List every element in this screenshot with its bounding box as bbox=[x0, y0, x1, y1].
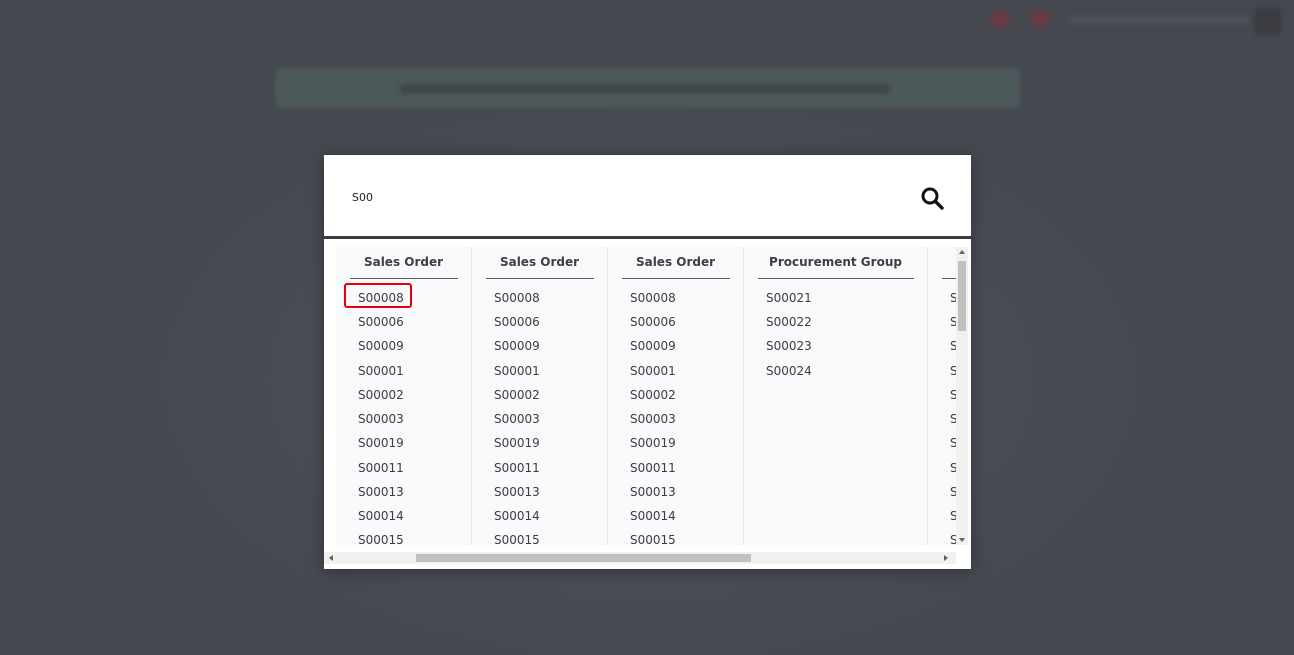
result-item[interactable]: S00013 bbox=[358, 485, 404, 499]
result-item[interactable]: S00013 bbox=[630, 485, 676, 499]
scroll-up-arrow-icon[interactable] bbox=[959, 250, 965, 254]
column-title: Sales Order bbox=[499, 255, 580, 269]
scroll-left-arrow-icon[interactable] bbox=[329, 555, 333, 561]
result-item[interactable]: S00002 bbox=[494, 388, 540, 402]
result-item[interactable]: S00019 bbox=[358, 436, 404, 450]
result-item[interactable]: S00008 bbox=[630, 291, 676, 305]
background-notification-icon bbox=[1030, 10, 1050, 28]
result-column-procurement-group: Procurement Group S00021 S00022 S00023 S… bbox=[744, 247, 928, 545]
result-column-sales-order-2: Sales Order S00008 S00006 S00009 S00001 … bbox=[472, 247, 608, 545]
result-item[interactable]: S00009 bbox=[630, 339, 676, 353]
result-item[interactable]: S00009 bbox=[358, 339, 404, 353]
result-item[interactable]: S00001 bbox=[494, 364, 540, 378]
result-item[interactable]: S00024 bbox=[766, 364, 812, 378]
result-item[interactable]: S00011 bbox=[358, 461, 404, 475]
search-input[interactable] bbox=[348, 183, 916, 211]
result-item[interactable]: S00014 bbox=[358, 509, 404, 523]
column-underline bbox=[622, 278, 730, 279]
result-item[interactable]: S00014 bbox=[494, 509, 540, 523]
background-menu-icon bbox=[1255, 8, 1281, 34]
result-item[interactable]: S00003 bbox=[358, 412, 404, 426]
vertical-scrollbar[interactable] bbox=[956, 247, 968, 545]
scroll-down-arrow-icon[interactable] bbox=[959, 538, 965, 542]
background-banner-text bbox=[400, 84, 890, 94]
search-icon[interactable] bbox=[920, 186, 944, 210]
result-item[interactable]: S00014 bbox=[630, 509, 676, 523]
result-item[interactable]: S00015 bbox=[630, 533, 676, 545]
result-item[interactable]: S00015 bbox=[494, 533, 540, 545]
result-column-sales-order-1: Sales Order S00008 S00006 S00009 S00001 … bbox=[336, 247, 472, 545]
result-item[interactable]: S00008 bbox=[494, 291, 540, 305]
column-underline bbox=[350, 278, 458, 279]
result-item[interactable]: S00015 bbox=[358, 533, 404, 545]
column-title: Sales Order bbox=[363, 255, 444, 269]
result-item[interactable]: S00006 bbox=[630, 315, 676, 329]
result-item[interactable]: S00009 bbox=[494, 339, 540, 353]
result-item[interactable]: S00002 bbox=[630, 388, 676, 402]
background-user-name bbox=[1070, 16, 1250, 24]
search-bar bbox=[324, 155, 971, 239]
result-item[interactable]: S00019 bbox=[630, 436, 676, 450]
background-avatar-icon bbox=[990, 10, 1010, 28]
column-title: Sales Order bbox=[635, 255, 716, 269]
result-item[interactable]: S00022 bbox=[766, 315, 812, 329]
horizontal-scrollbar[interactable] bbox=[324, 552, 956, 564]
search-results: Sales Order S00008 S00006 S00009 S00001 … bbox=[324, 239, 971, 569]
result-item[interactable]: S00006 bbox=[358, 315, 404, 329]
result-item[interactable]: S00021 bbox=[766, 291, 812, 305]
result-item[interactable]: S00013 bbox=[494, 485, 540, 499]
search-dialog: Sales Order S00008 S00006 S00009 S00001 … bbox=[324, 155, 971, 569]
vertical-scroll-thumb[interactable] bbox=[958, 261, 966, 331]
result-item[interactable]: S00008 bbox=[358, 291, 404, 305]
results-columns: Sales Order S00008 S00006 S00009 S00001 … bbox=[336, 247, 956, 545]
result-item[interactable]: S00002 bbox=[358, 388, 404, 402]
result-item[interactable]: S00001 bbox=[358, 364, 404, 378]
column-title: Procurement Group bbox=[769, 255, 902, 269]
horizontal-scroll-thumb[interactable] bbox=[416, 554, 751, 562]
result-item[interactable]: S00003 bbox=[630, 412, 676, 426]
result-item[interactable]: S00011 bbox=[494, 461, 540, 475]
result-item[interactable]: S00023 bbox=[766, 339, 812, 353]
column-underline bbox=[758, 278, 914, 279]
scroll-right-arrow-icon[interactable] bbox=[944, 555, 948, 561]
column-underline bbox=[486, 278, 594, 279]
column-underline bbox=[942, 278, 956, 279]
result-column-sales-order-3: Sales Order S00008 S00006 S00009 S00001 … bbox=[608, 247, 744, 545]
result-item[interactable]: S00019 bbox=[494, 436, 540, 450]
result-item[interactable]: S00001 bbox=[630, 364, 676, 378]
result-column-partial: S S S S S S S S S S S bbox=[928, 247, 956, 545]
result-item[interactable]: S00003 bbox=[494, 412, 540, 426]
result-item[interactable]: S00006 bbox=[494, 315, 540, 329]
result-item[interactable]: S00011 bbox=[630, 461, 676, 475]
